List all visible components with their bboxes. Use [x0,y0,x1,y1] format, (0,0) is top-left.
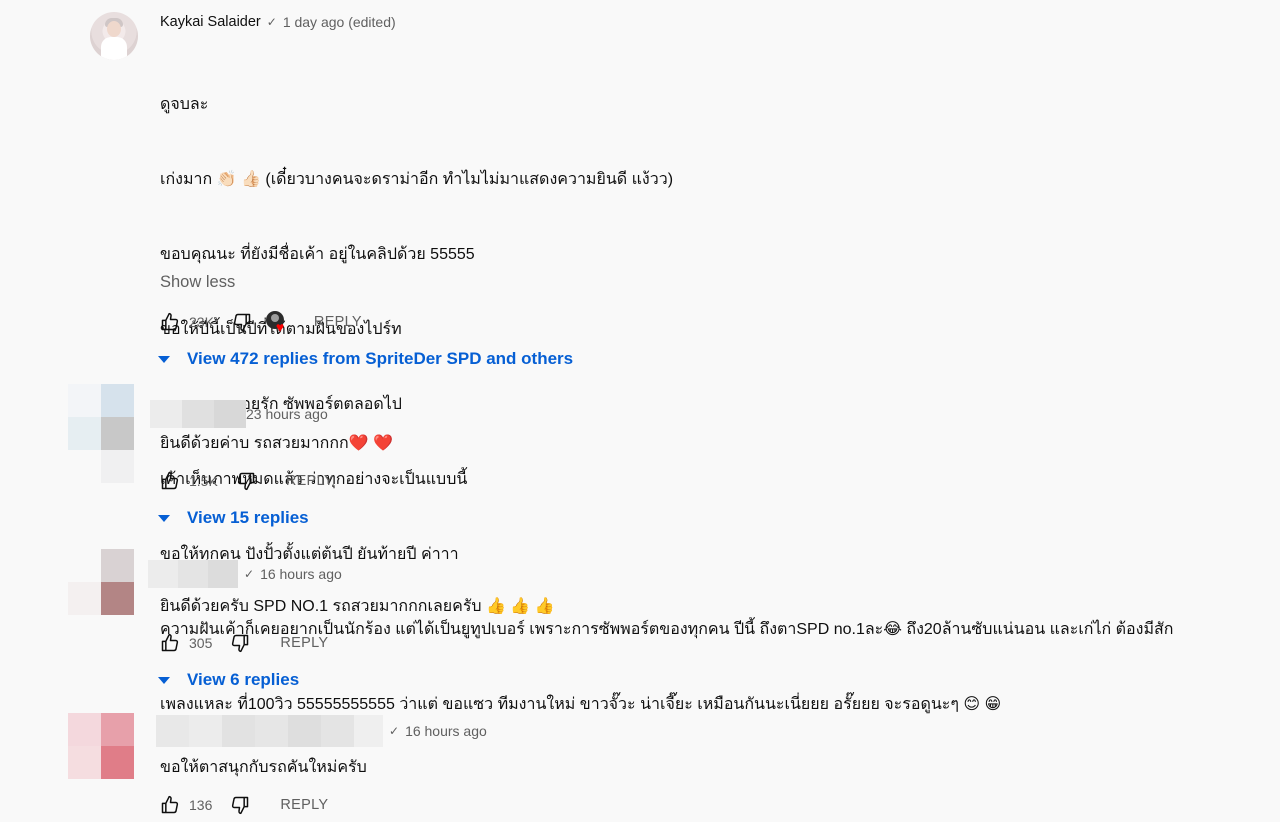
check-icon: ✓ [389,724,400,738]
reply-button[interactable]: REPLY [280,797,328,813]
like-count: 1.5K [189,473,218,489]
creator-heart-icon[interactable]: ♥ [265,311,288,334]
caret-down-icon [158,355,170,363]
comment-timestamp[interactable]: 23 hours ago [246,406,328,422]
like-count: 305 [189,635,213,651]
author-name-redacted[interactable] [150,400,246,428]
comment-header: ✓ 16 hours ago [156,715,487,747]
reply-button[interactable]: REPLY [314,314,362,330]
comment-text: ยินดีด้วยค่าบ รถสวยมากกก❤️ ❤️ [160,435,394,452]
avatar[interactable] [90,12,138,60]
thumbs-down-icon[interactable] [232,312,252,332]
view-replies-button[interactable]: View 472 replies from SpriteDer SPD and … [158,349,573,369]
view-replies-button[interactable]: View 15 replies [158,508,309,528]
comment-thread: ✓ 16 hours ago ยินดีด้วยครับ SPD NO.1 รถ… [0,549,1280,699]
reply-button[interactable]: REPLY [280,635,328,651]
thumbs-down-icon[interactable] [230,633,250,653]
comment-line: เก่งมาก 👏🏻 👍🏻 (เดี๋ยวบางคนจะดราม่าอีก ทำ… [160,171,674,188]
view-replies-label: View 15 replies [187,508,309,527]
thumbs-up-icon[interactable] [160,312,180,332]
check-icon: ✓ [266,15,277,29]
comment-actions: 23K ♥ REPLY [160,311,362,334]
comment-thread: ✓ 16 hours ago ขอให้ตาสนุกกับรถคันใหม่คร… [0,713,1280,822]
comment-actions: 305 REPLY [160,633,328,653]
comment-line: ขอบคุณนะ ที่ยังมีชื่อเค้า อยู่ในคลิปด้วย… [160,246,475,263]
like-count: 136 [189,797,213,813]
view-replies-label: View 6 replies [187,670,300,689]
comment-header: Kaykai Salaider ✓ 1 day ago (edited) [160,14,396,30]
comment-timestamp[interactable]: 1 day ago (edited) [283,14,396,30]
author-name-redacted[interactable] [156,715,383,747]
like-count: 23K [189,314,214,330]
show-less-button[interactable]: Show less [160,273,235,292]
comment-thread: Kaykai Salaider ✓ 1 day ago (edited) ดูจ… [0,0,1280,713]
comment-line: ดูจบละ [160,96,209,113]
comment-thread: 23 hours ago ยินดีด้วยค่าบ รถสวยมากกก❤️ … [0,384,1280,534]
comment-actions: 1.5K REPLY [160,471,334,491]
caret-down-icon [158,514,170,522]
thumbs-down-icon[interactable] [230,795,250,815]
author-name-redacted[interactable] [148,560,238,588]
caret-down-icon [158,676,170,684]
thumbs-down-icon[interactable] [236,471,256,491]
comment-header: ✓ 16 hours ago [148,560,342,588]
comment-text: ยินดีด้วยครับ SPD NO.1 รถสวยมากกกเลยครับ… [160,598,555,615]
view-replies-label: View 472 replies from SpriteDer SPD and … [187,349,574,368]
view-replies-button[interactable]: View 6 replies [158,670,299,690]
comment-actions: 136 REPLY [160,795,328,815]
thumbs-up-icon[interactable] [160,795,180,815]
comment-header: 23 hours ago [150,400,328,428]
comment-timestamp[interactable]: 16 hours ago [405,723,487,739]
reply-button[interactable]: REPLY [286,473,334,489]
thumbs-up-icon[interactable] [160,471,180,491]
thumbs-up-icon[interactable] [160,633,180,653]
author-name[interactable]: Kaykai Salaider [160,14,261,30]
check-icon: ✓ [244,567,255,581]
comment-timestamp[interactable]: 16 hours ago [260,566,342,582]
comment-text: ขอให้ตาสนุกกับรถคันใหม่ครับ [160,759,367,776]
